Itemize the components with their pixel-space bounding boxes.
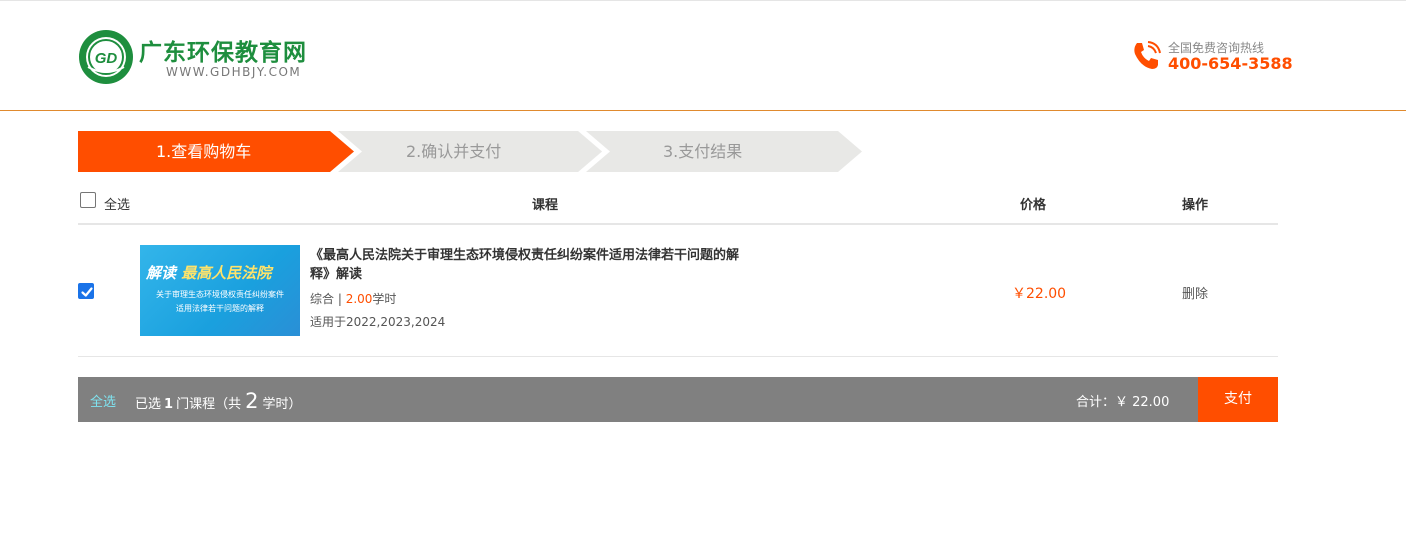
pay-button[interactable]: 支付 (1198, 377, 1278, 422)
footer-select-all[interactable]: 全选 (90, 391, 116, 410)
logo-url: WWW.GDHBJY.COM (166, 65, 302, 79)
course-category: 综合 | (310, 292, 346, 306)
column-header-price: 价格 (1020, 198, 1047, 213)
selected-count: 1 (164, 397, 174, 412)
cart-item-row: 解读 最高人民法院 关于审理生态环境侵权责任纠纷案件 适用法律若干问题的解释 《… (78, 226, 1278, 357)
summary-mid: 门课程（共 (176, 397, 242, 412)
logo-emblem-icon: GD (79, 30, 133, 84)
thumbnail-line-2: 适用法律若干问题的解释 (176, 304, 264, 313)
phone-icon (1134, 41, 1161, 69)
checkmark-icon (81, 287, 93, 297)
summary-suffix: 学时） (262, 397, 302, 412)
course-hours: 2.00 (345, 292, 373, 306)
course-title[interactable]: 《最高人民法院关于审理生态环境侵权责任纠纷案件适用法律若干问题的解释》解读 (310, 246, 740, 284)
hotline-number: 400-654-3588 (1168, 54, 1293, 73)
column-header-operations: 操作 (1182, 198, 1209, 213)
select-all-label[interactable]: 全选 (104, 194, 130, 213)
total-hours: 2 (245, 389, 259, 413)
course-thumbnail[interactable]: 解读 最高人民法院 关于审理生态环境侵权责任纠纷案件 适用法律若干问题的解释 (140, 245, 300, 336)
site-header: GD 广东环保教育网 WWW.GDHBJY.COM 全国免费咨询热线 400-6… (0, 1, 1406, 111)
step-2-label: 2.确认并支付 (406, 142, 502, 161)
step-3-label: 3.支付结果 (663, 142, 743, 161)
logo-title: 广东环保教育网 (139, 40, 307, 66)
selection-summary: 已选 1 门课程（共 2 学时） (135, 389, 301, 413)
step-1-label: 1.查看购物车 (156, 142, 252, 161)
thumbnail-title: 解读 最高人民法院 (146, 262, 271, 283)
order-total: 合计：￥ 22.00 (1076, 395, 1170, 410)
select-all-checkbox[interactable] (80, 192, 96, 208)
course-meta: 综合 | 2.00学时 (310, 290, 396, 307)
svg-text:GD: GD (95, 50, 118, 67)
checkout-bar: 全选 已选 1 门课程（共 2 学时） 合计：￥ 22.00 支付 (78, 377, 1278, 422)
summary-prefix: 已选 (135, 397, 162, 412)
cart-table-header: 全选 课程 价格 操作 (78, 185, 1278, 225)
course-applicable-years: 适用于2022,2023,2024 (310, 315, 446, 329)
checkout-steps: 1.查看购物车 2.确认并支付 3.支付结果 (78, 131, 868, 172)
delete-link[interactable]: 删除 (1182, 283, 1208, 302)
thumbnail-title-highlight: 最高人民法院 (181, 264, 272, 282)
column-header-course: 课程 (532, 198, 559, 213)
item-checkbox[interactable] (78, 283, 94, 299)
thumbnail-title-prefix: 解读 (146, 264, 177, 282)
item-price: ￥22.00 (1012, 286, 1067, 302)
course-hours-unit: 学时 (372, 292, 397, 306)
hotline: 全国免费咨询热线 400-654-3588 (1130, 37, 1293, 77)
site-logo[interactable]: GD 广东环保教育网 WWW.GDHBJY.COM (78, 29, 338, 85)
thumbnail-line-1: 关于审理生态环境侵权责任纠纷案件 (156, 290, 284, 299)
